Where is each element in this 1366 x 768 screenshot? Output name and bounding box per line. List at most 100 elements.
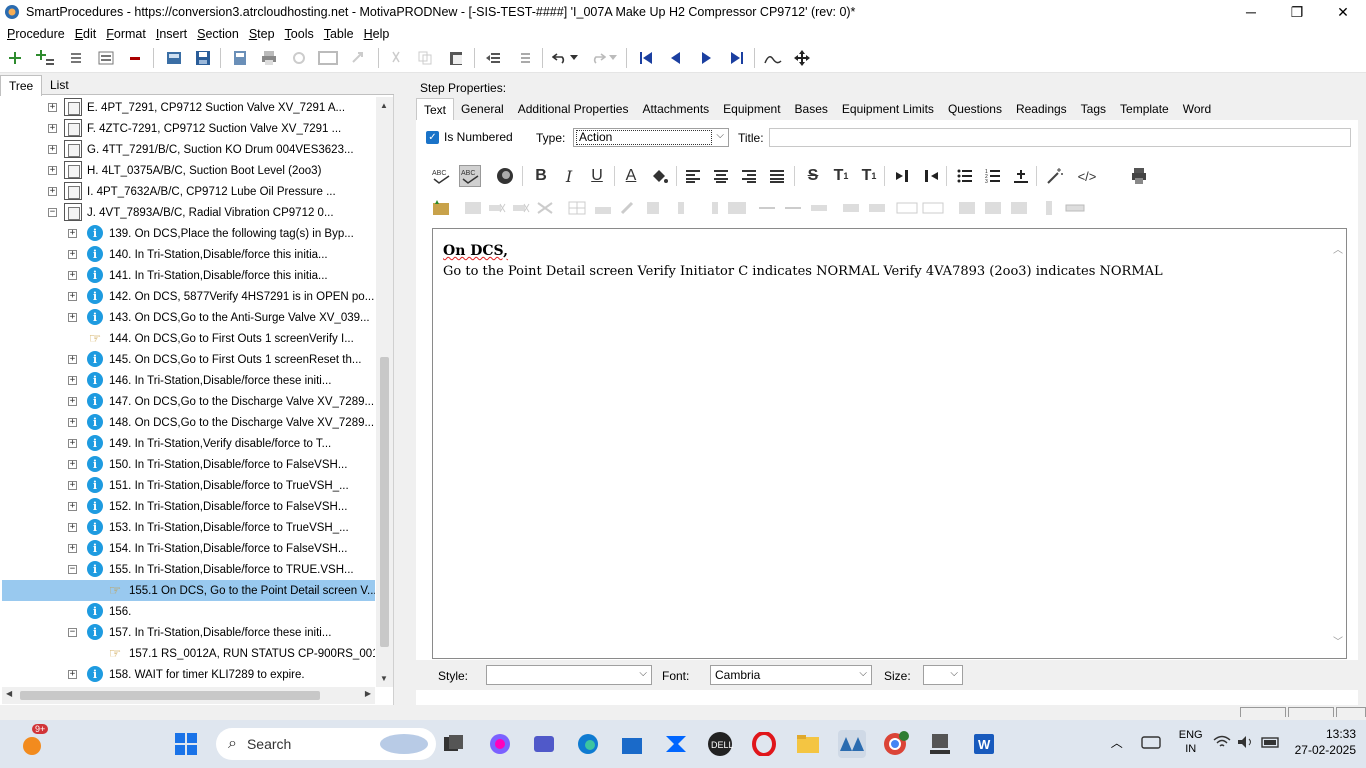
expand-icon[interactable]: + xyxy=(48,103,57,112)
edge-icon[interactable] xyxy=(574,730,602,758)
menu-help[interactable]: Help xyxy=(359,27,395,41)
tab-additional-properties[interactable]: Additional Properties xyxy=(511,98,636,120)
chevron-down-icon[interactable]: ﹀ xyxy=(1333,633,1343,648)
tree-node[interactable]: + i 148. On DCS,Go to the Discharge Valve … xyxy=(2,412,375,433)
subscript-icon[interactable]: T1 xyxy=(858,165,880,187)
scroll-up-icon[interactable]: ▲ xyxy=(380,101,388,110)
expand-icon[interactable]: + xyxy=(68,418,77,427)
step-text-editor[interactable]: On DCS, Go to the Point Detail screen Ve… xyxy=(432,228,1347,659)
tab-bases[interactable]: Bases xyxy=(788,98,835,120)
paste-icon[interactable] xyxy=(446,48,466,68)
type-select[interactable]: Action ⌵ xyxy=(573,128,729,147)
list-icon[interactable] xyxy=(66,48,86,68)
magic-wand-icon[interactable] xyxy=(1044,165,1066,187)
start-icon[interactable] xyxy=(172,730,200,758)
tree-node[interactable]: + i 146. In Tri-Station,Disable/force thes… xyxy=(2,370,375,391)
tree-node[interactable]: + i 150. In Tri-Station,Disable/force to F… xyxy=(2,454,375,475)
add-child-icon[interactable] xyxy=(35,48,55,68)
tab-text[interactable]: Text xyxy=(416,98,455,120)
expand-icon[interactable]: + xyxy=(68,313,77,322)
find-icon[interactable] xyxy=(763,48,783,68)
italic-icon[interactable]: I xyxy=(558,165,580,187)
expand-icon[interactable]: + xyxy=(68,523,77,532)
is-numbered-checkbox[interactable]: ✓ Is Numbered xyxy=(426,130,513,144)
expand-icon[interactable]: + xyxy=(68,292,77,301)
print-icon[interactable] xyxy=(259,48,279,68)
indent-left-icon[interactable] xyxy=(483,48,503,68)
tree-vertical-scrollbar[interactable]: ▲ ▼ xyxy=(376,97,393,687)
copy-icon[interactable] xyxy=(415,48,435,68)
tree-node[interactable]: + F. 4ZTC-7291, CP9712 Suction Valve XV_7… xyxy=(2,118,375,139)
align-center-icon[interactable] xyxy=(710,165,732,187)
copilot-icon[interactable] xyxy=(486,730,514,758)
teams-icon[interactable] xyxy=(530,730,558,758)
tree-node[interactable]: + i 145. On DCS,Go to First Outs 1 screenR… xyxy=(2,349,375,370)
tree-horizontal-scrollbar[interactable]: ◀ ▶ xyxy=(2,687,375,704)
expand-icon[interactable]: + xyxy=(48,145,57,154)
html-source-icon[interactable]: </> xyxy=(1072,165,1102,187)
tab-list[interactable]: List xyxy=(42,75,77,95)
menu-step[interactable]: Step xyxy=(244,27,280,41)
tree-node[interactable]: + I. 4PT_7632A/B/C, CP9712 Lube Oil Press… xyxy=(2,181,375,202)
opera-icon[interactable] xyxy=(750,730,778,758)
tree-node[interactable]: + i 149. In Tri-Station,Verify disable/for… xyxy=(2,433,375,454)
collapse-icon[interactable]: − xyxy=(68,565,77,574)
tab-questions[interactable]: Questions xyxy=(941,98,1009,120)
redo-arrows-icon[interactable] xyxy=(348,48,368,68)
justify-icon[interactable] xyxy=(766,165,788,187)
tab-equipment-limits[interactable]: Equipment Limits xyxy=(835,98,941,120)
first-icon[interactable] xyxy=(636,48,656,68)
menu-insert[interactable]: Insert xyxy=(151,27,192,41)
expand-icon[interactable]: + xyxy=(68,250,77,259)
expand-icon[interactable]: + xyxy=(68,439,77,448)
expand-icon[interactable]: + xyxy=(48,166,57,175)
outline-icon[interactable] xyxy=(96,48,116,68)
menu-table[interactable]: Table xyxy=(319,27,359,41)
maximize-button[interactable]: ❐ xyxy=(1274,0,1320,24)
align-left-icon[interactable] xyxy=(682,165,704,187)
scroll-down-icon[interactable]: ▼ xyxy=(380,674,388,683)
superscript-icon[interactable]: T1 xyxy=(830,165,852,187)
tree-node[interactable]: + i 147. On DCS,Go to the Discharge Valve … xyxy=(2,391,375,412)
expand-icon[interactable]: + xyxy=(48,124,57,133)
collapse-icon[interactable]: − xyxy=(68,628,77,637)
menu-edit[interactable]: Edit xyxy=(70,27,102,41)
menu-format[interactable]: Format xyxy=(101,27,151,41)
collapse-icon[interactable]: − xyxy=(48,208,57,217)
tree-node[interactable]: + i 142. On DCS, 5877Verify 4HS7291 is in … xyxy=(2,286,375,307)
store-icon[interactable] xyxy=(618,730,646,758)
tree-node[interactable]: + i 140. In Tri-Station,Disable/force this… xyxy=(2,244,375,265)
save-icon[interactable] xyxy=(193,48,213,68)
redo-icon[interactable] xyxy=(588,48,608,68)
export-icon[interactable] xyxy=(230,48,250,68)
tab-tags[interactable]: Tags xyxy=(1074,98,1113,120)
expand-icon[interactable]: + xyxy=(68,376,77,385)
scroll-thumb[interactable] xyxy=(380,357,389,647)
scroll-right-icon[interactable]: ▶ xyxy=(365,689,371,698)
font-select[interactable]: Cambria ⌵ xyxy=(710,665,872,685)
title-input[interactable] xyxy=(769,128,1351,147)
tree-node[interactable]: ☞ 157.1 RS_0012A, RUN STATUS CP-900RS_001… xyxy=(2,643,375,664)
wifi-icon[interactable] xyxy=(1213,735,1231,749)
underline-icon[interactable]: U xyxy=(586,165,608,187)
previous-icon[interactable] xyxy=(666,48,686,68)
tree-node[interactable]: − J. 4VT_7893A/B/C, Radial Vibration CP97… xyxy=(2,202,375,223)
spellcheck-icon[interactable]: ABC xyxy=(430,165,452,187)
language-indicator[interactable]: ENG IN xyxy=(1179,728,1203,756)
menu-procedure[interactable]: Procedure xyxy=(2,27,70,41)
task-view-icon[interactable] xyxy=(440,730,468,758)
file-explorer-icon[interactable] xyxy=(794,730,822,758)
smartprocedures-taskbar-icon[interactable] xyxy=(838,730,866,758)
open-icon[interactable] xyxy=(164,48,184,68)
tree-node[interactable]: + i 139. On DCS,Place the following tag(s)… xyxy=(2,223,375,244)
tree-node[interactable]: + E. 4PT_7291, CP9712 Suction Valve XV_72… xyxy=(2,97,375,118)
bullet-list-icon[interactable] xyxy=(954,165,976,187)
tab-equipment[interactable]: Equipment xyxy=(716,98,787,120)
refresh-icon[interactable] xyxy=(289,48,309,68)
last-icon[interactable] xyxy=(727,48,747,68)
tree-node[interactable]: ☞ 144. On DCS,Go to First Outs 1 screenVe… xyxy=(2,328,375,349)
tree-node[interactable]: − i 157. In Tri-Station,Disable/force thes… xyxy=(2,622,375,643)
expand-icon[interactable]: + xyxy=(68,670,77,679)
tree-node[interactable]: − i 155. In Tri-Station,Disable/force to T… xyxy=(2,559,375,580)
tree-node[interactable]: + i 158. WAIT for timer KLI7289 to expire. xyxy=(2,664,375,685)
